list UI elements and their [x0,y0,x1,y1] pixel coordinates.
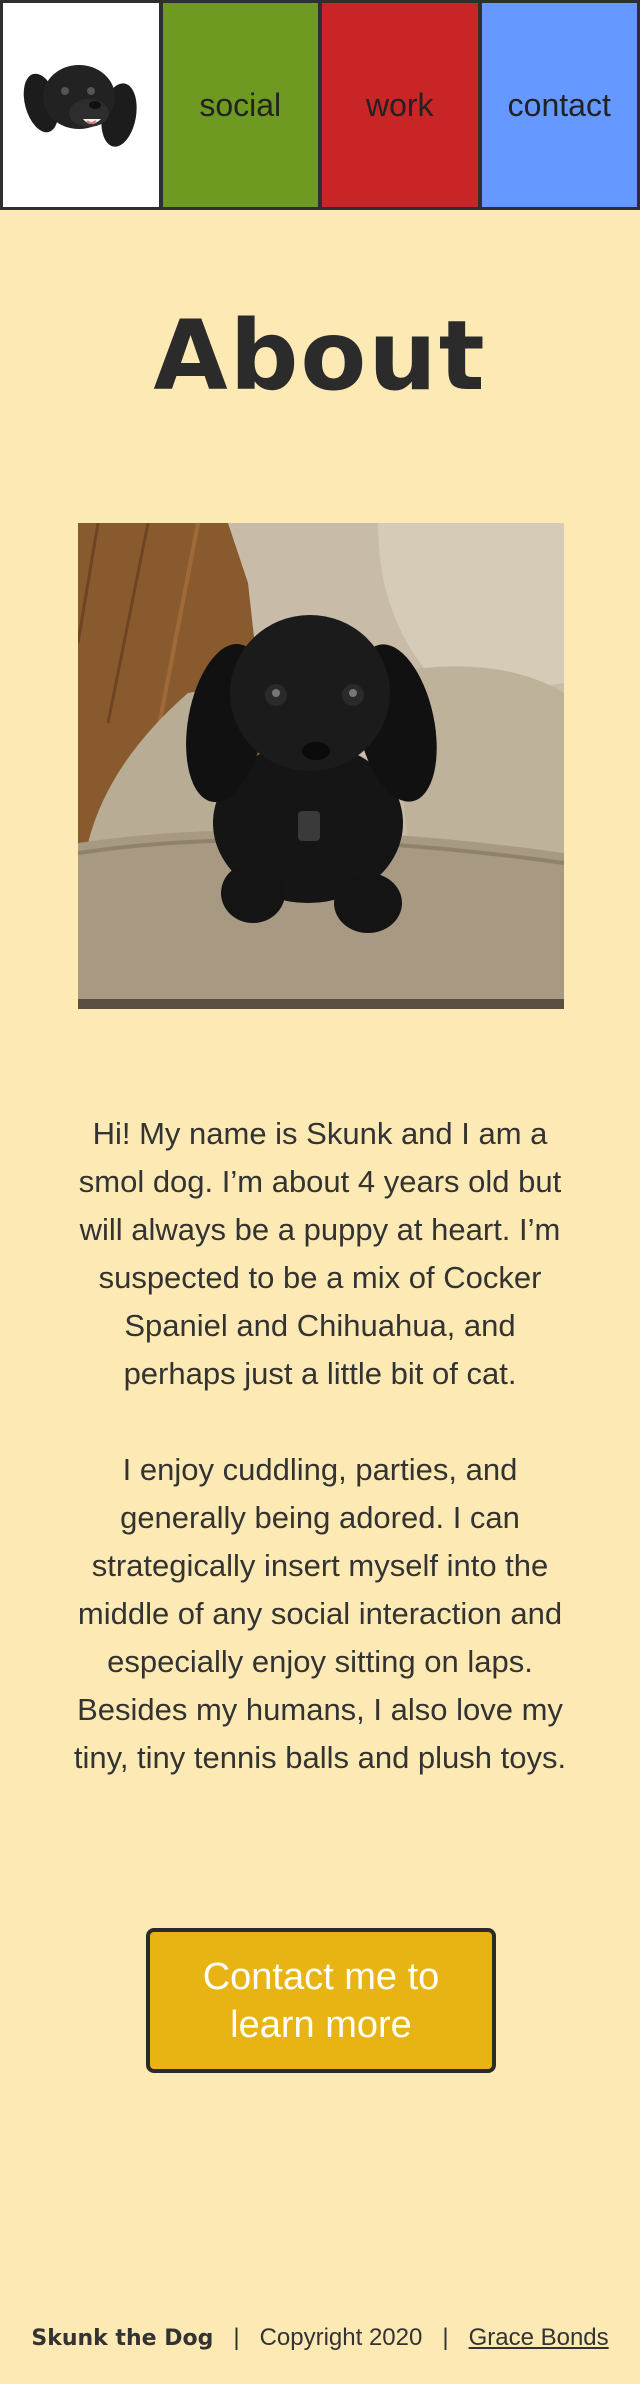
dog-photo-icon [78,523,564,1009]
footer-author-link[interactable]: Grace Bonds [469,2324,609,2352]
nav-social[interactable]: social [162,3,318,207]
footer-brand: Skunk the Dog [31,2325,214,2351]
nav-work[interactable]: work [322,3,478,207]
contact-button[interactable]: Contact me to learn more [146,1928,496,2073]
dog-photo [78,523,564,1009]
nav-contact[interactable]: contact [481,3,637,207]
footer-separator-2: | [442,2324,449,2351]
top-nav: social work contact [0,0,640,210]
footer: Skunk the Dog | Copyright 2020 | Grace B… [0,2318,640,2358]
dog-head-logo-icon [23,65,137,147]
bio-paragraph-1: Hi! My name is Skunk and I am a smol dog… [78,1116,562,1391]
bio-paragraph-2: I enjoy cuddling, parties, and generally… [73,1452,567,1775]
footer-separator-1: | [233,2324,240,2351]
nav-home-logo[interactable] [3,3,159,207]
footer-copyright: Copyright 2020 [259,2324,423,2351]
page-title: About [153,300,487,412]
